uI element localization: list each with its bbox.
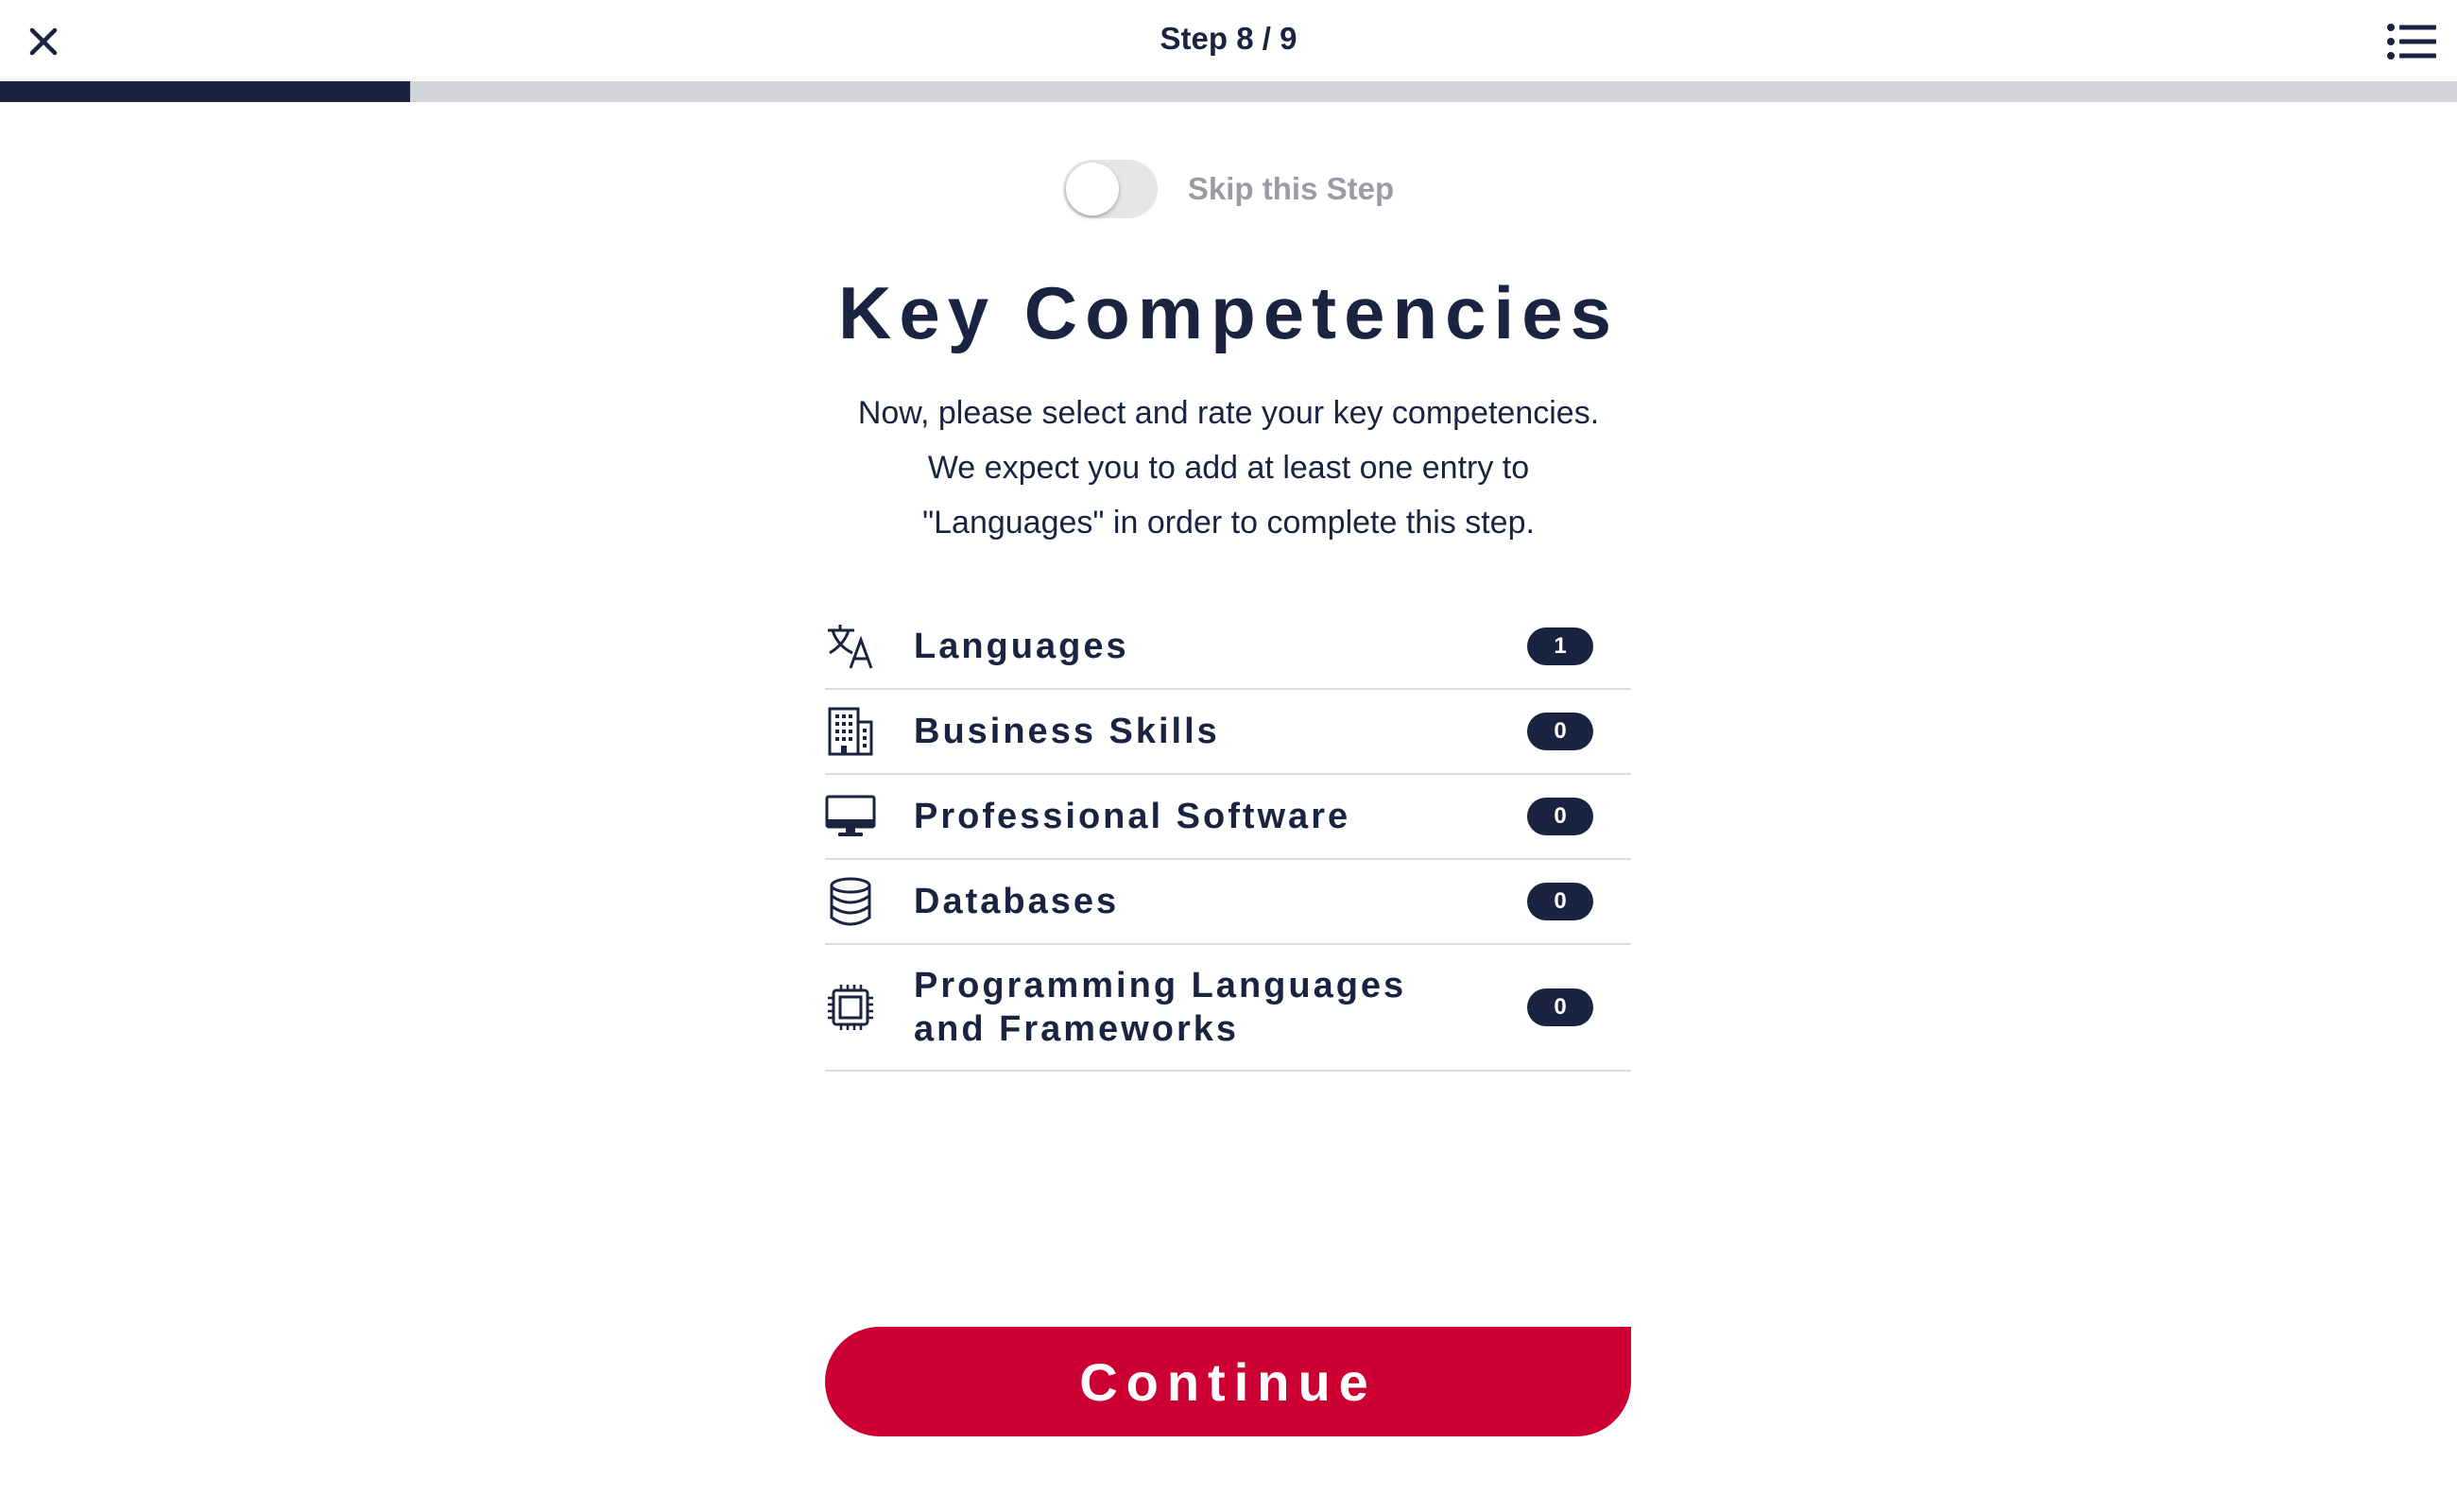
count-badge: 1 [1527,627,1593,665]
steps-menu-button[interactable] [2385,19,2438,64]
description-line: Now, please select and rate your key com… [857,395,1600,431]
skip-step-toggle[interactable] [1062,160,1158,218]
database-icon [825,876,876,927]
progress-bar [0,81,2457,102]
competency-item-programming-languages[interactable]: Programming Languages and Frameworks 0 [825,945,1631,1072]
count-badge: 0 [1527,798,1593,835]
header-bar: Step 8 / 9 [0,0,2457,81]
skip-step-label[interactable]: Skip this Step [1188,171,1394,207]
monitor-icon [825,791,876,842]
competency-label: Professional Software [914,797,1351,836]
competency-label: Languages [914,627,1129,666]
list-menu-icon [2387,24,2436,60]
skip-step-row: Skip this Step [0,157,2457,221]
toggle-knob [1065,163,1119,215]
building-icon [825,706,876,757]
competency-item-databases[interactable]: Databases 0 [825,860,1631,945]
competency-item-languages[interactable]: Languages 1 [825,605,1631,690]
competency-item-professional-software[interactable]: Professional Software 0 [825,775,1631,860]
competency-label: Business Skills [914,712,1220,751]
progress-bar-fill [0,81,411,102]
app-window: Step 8 / 9 Skip this Step Key Competenci… [0,0,2457,1512]
count-badge: 0 [1527,713,1593,750]
count-badge: 0 [1527,988,1593,1026]
page-description: Now, please select and rate your key com… [0,386,2457,550]
continue-button[interactable]: Continue [825,1327,1631,1436]
page-title: Key Competencies [838,271,1619,354]
description-line: We expect you to add at least one entry … [927,450,1530,486]
translate-icon [825,621,876,672]
competency-label: Databases [914,882,1120,921]
competency-item-business-skills[interactable]: Business Skills 0 [825,690,1631,775]
competency-list: Languages 1 Business Skills 0 Profession… [825,605,1631,1072]
description-line: "Languages" in order to complete this st… [922,505,1535,541]
count-badge: 0 [1527,883,1593,920]
cpu-chip-icon [825,982,876,1033]
step-indicator: Step 8 / 9 [1160,21,1297,56]
competency-label: Programming Languages and Frameworks [914,966,1407,1049]
